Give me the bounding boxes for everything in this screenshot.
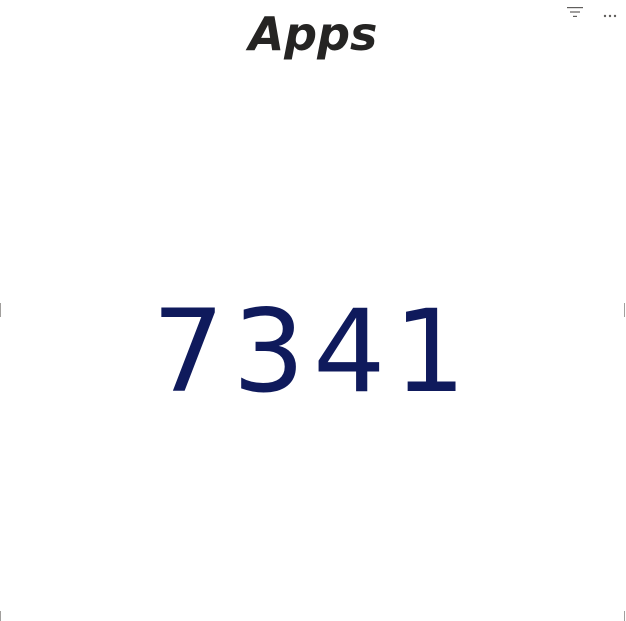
resize-handle-bottom-right[interactable] — [624, 611, 625, 621]
kpi-card-visual[interactable]: Apps 7341 — [0, 0, 626, 621]
resize-handle-left[interactable] — [0, 303, 1, 317]
visual-header-toolbar — [564, 2, 622, 22]
filter-button[interactable] — [564, 3, 586, 21]
more-options-button[interactable] — [600, 3, 622, 21]
more-options-icon — [603, 3, 619, 22]
filter-icon — [567, 3, 583, 22]
card-title: Apps — [248, 7, 378, 61]
card-value: 7341 — [151, 285, 475, 418]
resize-handle-right[interactable] — [624, 303, 625, 317]
resize-handle-bottom-left[interactable] — [0, 611, 1, 621]
